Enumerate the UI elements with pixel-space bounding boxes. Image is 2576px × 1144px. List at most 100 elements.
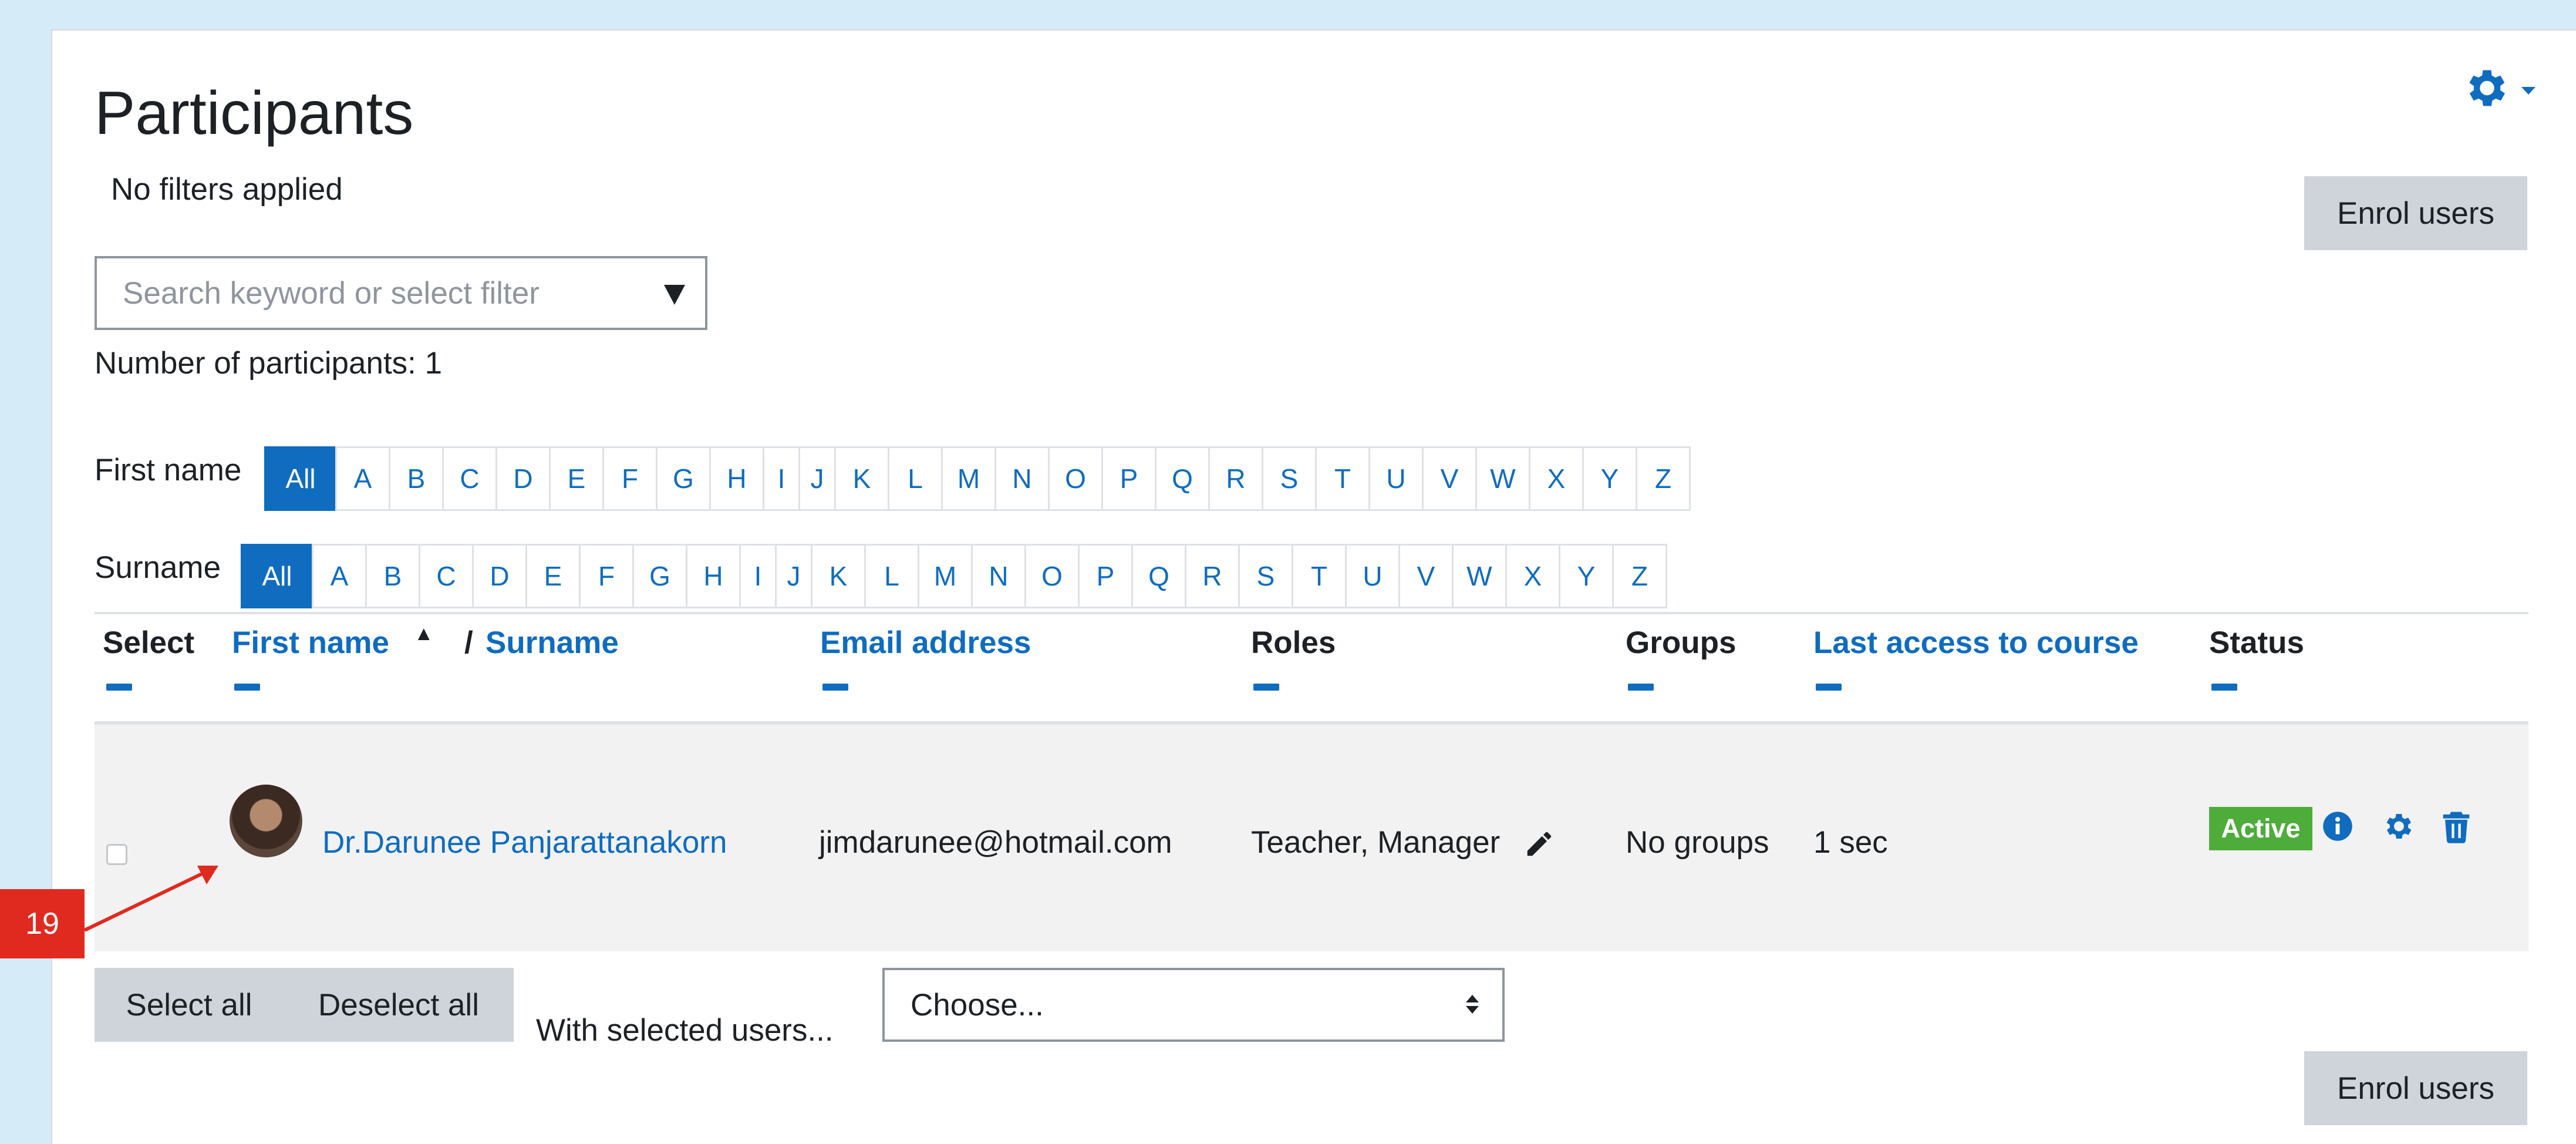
initial-all[interactable]: All [241,544,313,608]
first-name-initial-g[interactable]: G [656,446,711,511]
first-name-initial-h[interactable]: H [709,446,764,511]
header-surname-separator: / [464,625,473,660]
surname-initial-k[interactable]: K [811,544,866,608]
collapse-status-icon[interactable] [2211,684,2237,691]
collapse-email-icon[interactable] [822,684,848,691]
annotation-number: 19 [0,889,85,958]
collapse-select-icon[interactable] [106,684,132,691]
first-name-initial-n[interactable]: N [994,446,1050,511]
with-selected-label: With selected users... [536,1013,834,1048]
first-name-initial-y[interactable]: Y [1582,446,1637,511]
first-name-initial-j[interactable]: J [798,446,836,511]
header-select: Select [103,625,195,660]
cog-icon[interactable] [2381,809,2415,843]
first-name-initial-f[interactable]: F [602,446,658,511]
first-name-initial-o[interactable]: O [1048,446,1103,511]
sort-up-icon: ▲ [414,623,434,645]
bulk-action-value: Choose... [911,987,1044,1022]
surname-initial-g[interactable]: G [632,544,687,608]
surname-initial-m[interactable]: M [918,544,973,608]
surname-initial-z[interactable]: Z [1612,544,1667,608]
first-name-initial-x[interactable]: X [1529,446,1584,511]
annotation-arrow-icon [83,866,218,932]
surname-initial-e[interactable]: E [525,544,581,608]
header-email[interactable]: Email address [820,625,1031,661]
surname-initial-i[interactable]: I [739,544,777,608]
surname-initial-y[interactable]: Y [1559,544,1614,608]
surname-initial-j[interactable]: J [775,544,812,608]
table-top-border [95,612,2528,614]
surname-initial-s[interactable]: S [1238,544,1293,608]
surname-initial-b[interactable]: B [365,544,420,608]
header-first-name[interactable]: First name [232,625,389,661]
surname-initial-n[interactable]: N [971,544,1026,608]
first-name-initial-u[interactable]: U [1368,446,1424,511]
search-placeholder: Search keyword or select filter [123,275,540,311]
header-surname[interactable]: Surname [485,625,619,661]
bulk-action-select[interactable]: Choose... [882,968,1505,1042]
header-last-access[interactable]: Last access to course [1813,625,2139,661]
avatar[interactable] [230,785,302,857]
header-status: Status [2209,625,2304,660]
collapse-roles-icon[interactable] [1253,684,1279,691]
surname-initial-p[interactable]: P [1078,544,1133,608]
deselect-all-button[interactable]: Deselect all [284,968,514,1042]
enrol-users-button-bottom[interactable]: Enrol users [2304,1051,2527,1125]
first-name-initial-t[interactable]: T [1315,446,1370,511]
first-name-initial-i[interactable]: I [763,446,800,511]
collapse-groups-icon[interactable] [1628,684,1654,691]
surname-initial-a[interactable]: A [312,544,367,608]
surname-initial-d[interactable]: D [472,544,527,608]
filter-status: No filters applied [111,172,343,207]
first-name-initial-l[interactable]: L [888,446,943,511]
select-buttons-group: Select all Deselect all [95,968,514,1042]
first-name-initial-p[interactable]: P [1101,446,1156,511]
enrol-users-button[interactable]: Enrol users [2304,176,2527,250]
first-name-initial-c[interactable]: C [442,446,497,511]
participant-name-link[interactable]: Dr.Darunee Panjarattanakorn [322,825,727,860]
participants-page: Participants No filters applied Enrol us… [51,29,2576,1144]
surname-initial-c[interactable]: C [419,544,474,608]
first-name-initial-s[interactable]: S [1262,446,1317,511]
participant-roles: Teacher, Manager [1251,825,1501,860]
first-name-initial-d[interactable]: D [495,446,551,511]
first-name-initial-e[interactable]: E [549,446,604,511]
surname-initial-q[interactable]: Q [1131,544,1186,608]
first-name-initial-v[interactable]: V [1422,446,1477,511]
gear-icon [2469,70,2505,106]
surname-initial-t[interactable]: T [1292,544,1347,608]
surname-initials-bar: All ABCDEFGHIJKLMNOPQRSTUVWXYZ [241,544,1667,608]
page-settings-menu[interactable] [2460,63,2540,116]
collapse-last-access-icon[interactable] [1816,684,1842,691]
first-name-initial-z[interactable]: Z [1636,446,1691,511]
pencil-icon[interactable] [1523,828,1555,860]
dropdown-arrow-icon[interactable] [664,285,685,305]
surname-initial-u[interactable]: U [1345,544,1400,608]
search-filter-input[interactable]: Search keyword or select filter [95,256,707,330]
first-name-initials-bar: All ABCDEFGHIJKLMNOPQRSTUVWXYZ [264,446,1691,511]
surname-initial-f[interactable]: F [579,544,634,608]
participant-last-access: 1 sec [1813,825,1888,860]
surname-initial-l[interactable]: L [864,544,919,608]
first-name-initial-r[interactable]: R [1208,446,1263,511]
initial-all[interactable]: All [264,446,337,511]
header-roles: Roles [1251,625,1336,660]
first-name-initial-q[interactable]: Q [1155,446,1210,511]
first-name-initial-b[interactable]: B [389,446,444,511]
surname-initial-w[interactable]: W [1452,544,1507,608]
select-arrows-icon [1466,995,1479,1014]
first-name-initial-k[interactable]: K [834,446,889,511]
info-icon[interactable] [2322,810,2354,842]
surname-initial-x[interactable]: X [1505,544,1560,608]
surname-initial-o[interactable]: O [1024,544,1080,608]
first-name-initial-a[interactable]: A [335,446,390,511]
surname-initial-r[interactable]: R [1185,544,1240,608]
first-name-initial-m[interactable]: M [941,446,996,511]
collapse-fullname-icon[interactable] [234,684,260,691]
select-all-button[interactable]: Select all [95,968,284,1042]
trash-icon[interactable] [2440,809,2472,843]
first-name-initial-w[interactable]: W [1475,446,1530,511]
surname-initial-v[interactable]: V [1398,544,1454,608]
surname-initial-h[interactable]: H [686,544,741,608]
first-name-initials-label: First name [95,453,242,487]
